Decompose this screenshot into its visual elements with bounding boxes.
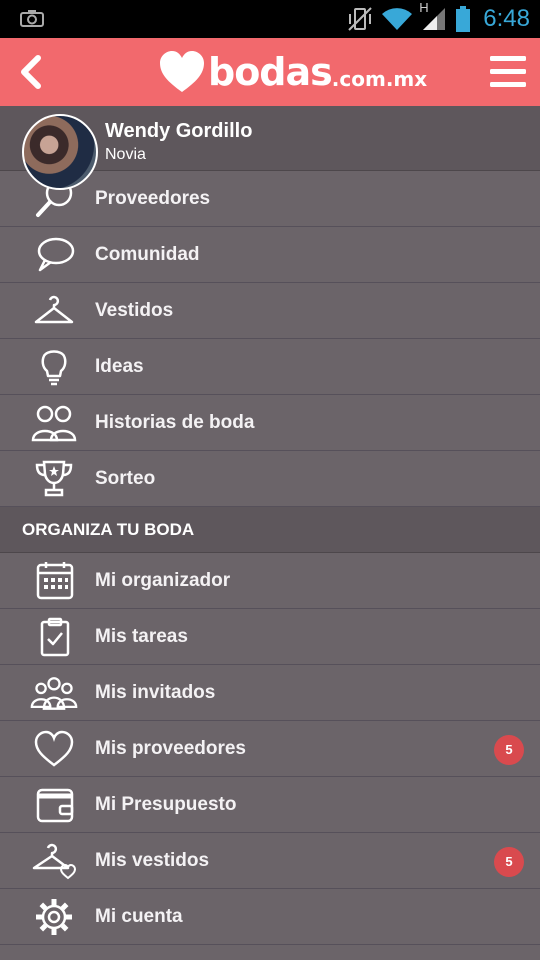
vibrate-icon — [347, 6, 373, 32]
menu-item-label: Mis tareas — [95, 626, 188, 647]
notification-badge: 5 — [494, 735, 524, 765]
chat-bubble-icon — [30, 234, 78, 276]
logo-text: bodas — [208, 50, 333, 94]
menu-item-mi-organizador[interactable]: Mi organizador — [0, 553, 540, 609]
menu-item-mis-tareas[interactable]: Mis tareas — [0, 609, 540, 665]
menu-item-label: Proveedores — [95, 188, 211, 209]
menu-item-label: Mi Presupuesto — [95, 794, 237, 815]
network-type: H — [419, 0, 429, 15]
logo: bodas .com.mx — [158, 50, 427, 94]
gear-icon — [30, 896, 78, 938]
menu-item-mis-invitados[interactable]: Mis invitados — [0, 665, 540, 721]
section-title: ORGANIZA TU BODA — [22, 520, 195, 539]
profile-header[interactable]: Wendy Gordillo Novia — [0, 106, 540, 190]
section-header: ORGANIZA TU BODA — [0, 507, 540, 553]
menu-item-label: Comunidad — [95, 244, 200, 265]
wallet-icon — [30, 784, 78, 826]
menu-item-label: Mis proveedores — [95, 738, 246, 759]
wifi-icon — [381, 6, 413, 32]
menu-item-sorteo[interactable]: Sorteo — [0, 451, 540, 507]
hamburger-menu-icon[interactable] — [488, 52, 528, 92]
couple-icon — [30, 402, 78, 444]
menu-item-label: Mi organizador — [95, 570, 231, 591]
menu-item-label: Ideas — [95, 356, 144, 377]
app-header: bodas .com.mx — [0, 38, 540, 106]
lightbulb-icon — [30, 346, 78, 388]
menu-item-comunidad[interactable]: Comunidad — [0, 227, 540, 283]
profile-name: Wendy Gordillo — [105, 120, 253, 142]
profile-role: Novia — [105, 146, 146, 163]
hanger-icon — [30, 290, 78, 332]
camera-icon — [20, 9, 44, 27]
menu-item-label: Historias de boda — [95, 412, 255, 433]
chevron-left-icon[interactable] — [8, 48, 56, 96]
menu-item-mi-presupuesto[interactable]: Mi Presupuesto — [0, 777, 540, 833]
menu-item-mis-vestidos[interactable]: Mis vestidos 5 — [0, 833, 540, 889]
avatar[interactable] — [22, 114, 98, 190]
clipboard-check-icon — [30, 616, 78, 658]
menu-item-mis-proveedores[interactable]: Mis proveedores 5 — [0, 721, 540, 777]
menu-item-label: Mi cuenta — [95, 906, 183, 927]
status-bar: H 6:48 — [0, 0, 540, 38]
menu-item-vestidos[interactable]: Vestidos — [0, 283, 540, 339]
signal-icon: H — [419, 0, 447, 32]
battery-icon — [455, 5, 471, 33]
menu-item-historias[interactable]: Historias de boda — [0, 395, 540, 451]
clock: 6:48 — [483, 5, 530, 32]
menu-item-label: Vestidos — [95, 300, 174, 321]
menu-item-label: Sorteo — [95, 468, 156, 489]
menu-item-mi-cuenta[interactable]: Mi cuenta — [0, 889, 540, 945]
trophy-icon — [30, 458, 78, 500]
guests-icon — [30, 672, 78, 714]
menu-item-label: Mis vestidos — [95, 850, 210, 871]
heart-logo-icon — [158, 50, 206, 94]
menu-item-label: Mis invitados — [95, 682, 216, 703]
hanger-heart-icon — [30, 840, 78, 882]
heart-icon — [30, 728, 78, 770]
menu-item-ideas[interactable]: Ideas — [0, 339, 540, 395]
notification-badge: 5 — [494, 847, 524, 877]
logo-suffix: .com.mx — [331, 67, 428, 91]
calendar-icon — [30, 560, 78, 602]
